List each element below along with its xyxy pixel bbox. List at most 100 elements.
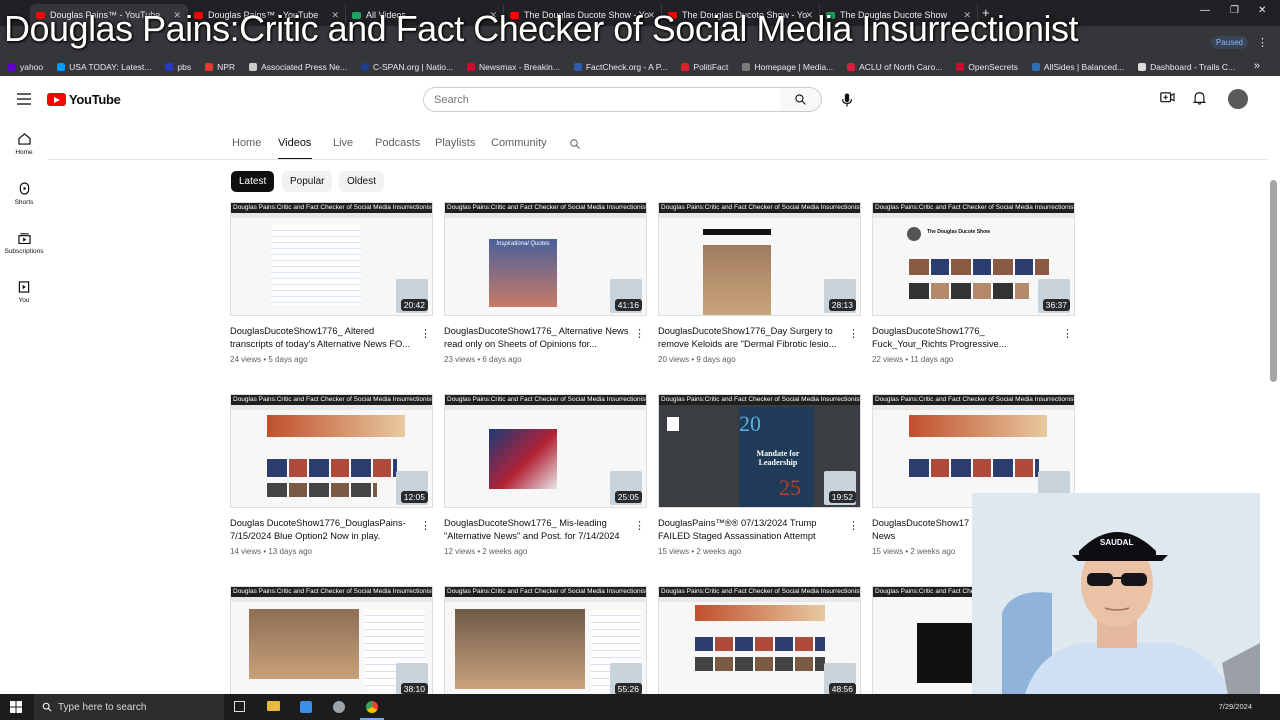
video-title[interactable]: DouglasDucoteShow1776_ Alternative News …	[444, 325, 629, 351]
tab-playlists[interactable]: Playlists	[435, 137, 475, 149]
page-scrollbar[interactable]	[1270, 180, 1277, 382]
tab-community[interactable]: Community	[491, 137, 547, 149]
video-menu-icon[interactable]: ⋮	[634, 327, 645, 340]
bookmark[interactable]: pbs	[165, 62, 191, 72]
voice-search-button[interactable]	[834, 87, 859, 112]
home-icon	[17, 133, 31, 145]
bookmark-favicon	[742, 63, 751, 71]
bookmark[interactable]: Dashboard - Trails C...	[1138, 62, 1235, 72]
menu-icon[interactable]	[17, 93, 31, 108]
tab-podcasts[interactable]: Podcasts	[375, 137, 420, 149]
video-menu-icon[interactable]: ⋮	[634, 519, 645, 532]
video-menu-icon[interactable]: ⋮	[1062, 327, 1073, 340]
chip-popular[interactable]: Popular	[282, 171, 333, 192]
guide-item-you[interactable]: You	[0, 281, 48, 304]
video-card[interactable]: Douglas Pains:Critic and Fact Checker of…	[230, 586, 433, 700]
minimize-icon[interactable]: —	[1200, 5, 1210, 16]
video-duration: 36:37	[1042, 299, 1070, 311]
maximize-icon[interactable]: ❐	[1230, 5, 1239, 16]
chip-latest[interactable]: Latest	[231, 171, 275, 192]
tab-home[interactable]: Home	[232, 137, 261, 149]
video-thumbnail[interactable]: Douglas Pains:Critic and Fact Checker of…	[230, 586, 433, 700]
video-card[interactable]: Douglas Pains:Critic and Fact Checker of…	[658, 586, 861, 700]
video-thumbnail[interactable]: Douglas Pains:Critic and Fact Checker of…	[658, 586, 861, 700]
video-card[interactable]: Douglas Pains:Critic and Fact Checker of…	[872, 202, 1075, 364]
notifications-bell-icon[interactable]	[1193, 91, 1206, 105]
taskbar-search-input[interactable]: Type here to search	[34, 694, 224, 720]
bookmark[interactable]: ACLU of North Caro...	[847, 62, 942, 72]
video-card[interactable]: Douglas Pains:Critic and Fact Checker of…	[444, 202, 647, 364]
video-thumbnail[interactable]: Douglas Pains:Critic and Fact Checker of…	[444, 586, 647, 700]
bookmark[interactable]: NPR	[205, 62, 235, 72]
youtube-logo[interactable]: YouTube	[47, 92, 121, 107]
bookmark[interactable]: Homepage | Media...	[742, 62, 833, 72]
video-title[interactable]: DouglasDucoteShow1776_ Fuck_Your_Richts …	[872, 325, 1057, 351]
video-thumbnail[interactable]: Douglas Pains:Critic and Fact Checker of…	[872, 394, 1075, 508]
bookmark[interactable]: PolitiFact	[681, 62, 728, 72]
bookmark[interactable]: yahoo	[8, 62, 43, 72]
guide-item-shorts[interactable]: Shorts	[0, 182, 48, 206]
video-card[interactable]: Douglas Pains:Critic and Fact Checker of…	[230, 394, 433, 556]
youtube-play-icon	[47, 93, 66, 106]
bookmarks-overflow-icon[interactable]: »	[1254, 60, 1260, 72]
video-card[interactable]: Douglas Pains:Critic and Fact Checker of…	[658, 394, 861, 556]
bookmark[interactable]: Newsmax - Breakin...	[467, 62, 560, 72]
window-close-icon[interactable]: ✕	[1258, 5, 1266, 16]
store-icon[interactable]	[300, 701, 312, 713]
video-title[interactable]: Douglas DucoteShow1776_DouglasPains-7/15…	[230, 517, 415, 543]
bookmark[interactable]: USA TODAY: Latest...	[57, 62, 151, 72]
video-card[interactable]: Douglas Pains:Critic and Fact Checker of…	[444, 586, 647, 700]
video-thumbnail[interactable]: Douglas Pains:Critic and Fact Checker of…	[230, 202, 433, 316]
bookmark[interactable]: Associated Press Ne...	[249, 62, 347, 72]
app-icon[interactable]	[333, 701, 345, 713]
video-thumbnail[interactable]: Douglas Pains:Critic and Fact Checker of…	[872, 202, 1075, 316]
video-thumbnail[interactable]: Douglas Pains:Critic and Fact Checker of…	[658, 202, 861, 316]
bookmark-favicon	[573, 63, 582, 71]
thumbnail-document-art	[271, 225, 361, 305]
video-card[interactable]: Douglas Pains:Critic and Fact Checker of…	[658, 202, 861, 364]
video-card[interactable]: Douglas Pains:Critic and Fact Checker of…	[230, 202, 433, 364]
search-input[interactable]	[423, 87, 781, 112]
search-button[interactable]	[780, 87, 822, 112]
bookmark-favicon	[467, 63, 476, 71]
thumbnail-banner: Douglas Pains:Critic and Fact Checker of…	[873, 395, 1075, 405]
video-thumbnail[interactable]: Douglas Pains:Critic and Fact Checker of…	[230, 394, 433, 508]
video-card[interactable]: Douglas Pains:Critic and Fact Checker of…	[444, 394, 647, 556]
windows-start-icon[interactable]	[10, 701, 22, 713]
create-video-icon[interactable]	[1160, 91, 1175, 104]
channel-search-icon[interactable]	[569, 138, 581, 150]
thumbnail-video-row-art	[909, 459, 1039, 477]
video-title[interactable]: DouglasDucoteShow1776_ Altered transcrip…	[230, 325, 415, 351]
taskbar-date[interactable]: 7/29/2024	[1219, 702, 1252, 711]
bookmark[interactable]: AllSides | Balanced...	[1031, 62, 1124, 72]
file-explorer-icon[interactable]	[267, 701, 280, 711]
guide-item-subscriptions[interactable]: Subscriptions	[0, 232, 48, 255]
video-thumbnail[interactable]: Douglas Pains:Critic and Fact Checker of…	[444, 394, 647, 508]
thumbnail-banner: Douglas Pains:Critic and Fact Checker of…	[659, 203, 861, 213]
video-menu-icon[interactable]: ⋮	[420, 327, 431, 340]
guide-item-home[interactable]: Home	[0, 133, 48, 156]
shorts-icon	[19, 182, 29, 195]
tab-videos[interactable]: Videos	[278, 137, 311, 149]
video-menu-icon[interactable]: ⋮	[848, 519, 859, 532]
profile-button[interactable]: Paused	[1210, 36, 1248, 49]
video-title[interactable]: DouglasPains™®® 07/13/2024 Trump FAILED …	[658, 517, 843, 543]
bookmark[interactable]: OpenSecrets	[956, 62, 1018, 72]
task-view-icon[interactable]	[234, 701, 245, 712]
chrome-icon[interactable]	[366, 701, 378, 713]
video-thumbnail[interactable]: Douglas Pains:Critic and Fact Checker of…	[658, 394, 861, 508]
video-meta: 14 views • 13 days ago	[230, 547, 312, 556]
video-thumbnail[interactable]: Douglas Pains:Critic and Fact Checker of…	[444, 202, 647, 316]
account-avatar[interactable]	[1228, 89, 1248, 109]
chip-oldest[interactable]: Oldest	[339, 171, 384, 192]
bookmark[interactable]: FactCheck.org - A P...	[573, 62, 667, 72]
tab-live[interactable]: Live	[333, 137, 353, 149]
video-title[interactable]: DouglasDucoteShow1776_ Mis-leading "Alte…	[444, 517, 629, 543]
bookmark[interactable]: C-SPAN.org | Natio...	[361, 62, 453, 72]
video-title[interactable]: DouglasDucoteShow1776_Day Surgery to rem…	[658, 325, 843, 351]
video-menu-icon[interactable]: ⋮	[848, 327, 859, 340]
video-menu-icon[interactable]: ⋮	[420, 519, 431, 532]
thumbnail-banner: Douglas Pains:Critic and Fact Checker of…	[231, 203, 433, 213]
thumbnail-ui-bar	[445, 597, 646, 602]
browser-menu-icon[interactable]: ⋮	[1257, 36, 1268, 49]
